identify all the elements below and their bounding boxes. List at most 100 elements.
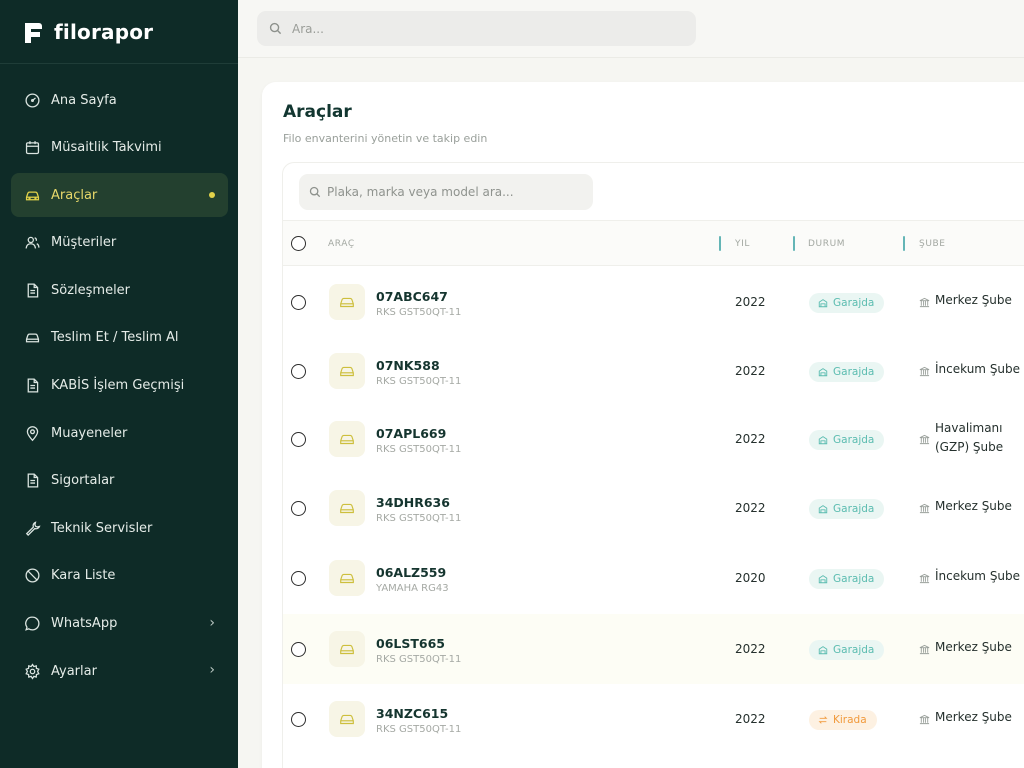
- building-icon: [919, 503, 930, 514]
- active-indicator-dot: [209, 192, 215, 199]
- table-row[interactable]: 07APL669 RKS GST50QT-11 2022 Garajda Hav…: [283, 404, 1024, 474]
- vehicle-model: RKS GST50QT-11: [376, 513, 462, 524]
- sidebar-item-musteriler[interactable]: Müşteriler: [11, 221, 228, 265]
- status-badge: Garajda: [809, 430, 885, 450]
- building-icon: [919, 434, 930, 445]
- sidebar-item-ana-sayfa[interactable]: Ana Sayfa: [11, 78, 228, 122]
- table-row[interactable]: 06LST665 RKS GST50QT-11 2022 Garajda Mer…: [283, 614, 1024, 684]
- status-label: Garajda: [833, 366, 875, 378]
- building-icon: [919, 366, 930, 377]
- swap-arrows-icon: [818, 716, 828, 724]
- vehicle-plate[interactable]: 07ABC647: [376, 289, 448, 304]
- sidebar-item-label: Muayeneler: [51, 425, 128, 441]
- sidebar-item-teslim[interactable]: Teslim Et / Teslim Al: [11, 316, 228, 360]
- garage-icon: [818, 646, 828, 655]
- sidebar-item-label: WhatsApp: [51, 616, 118, 632]
- status-label: Garajda: [833, 644, 875, 656]
- branch-line1: İncekum Şube: [935, 362, 1021, 376]
- sidebar-item-araclar[interactable]: Araçlar: [11, 173, 228, 218]
- car-icon: [329, 353, 365, 389]
- chat-icon: [23, 615, 41, 633]
- vehicle-model: RKS GST50QT-11: [376, 444, 462, 455]
- vehicle-branch: İncekum Şube: [935, 567, 1020, 586]
- column-resize-handle[interactable]: [903, 236, 905, 251]
- column-header-status[interactable]: DURUM: [808, 239, 845, 249]
- sidebar-item-label: Kara Liste: [51, 568, 116, 584]
- table-row[interactable]: 34NZC615 RKS GST50QT-11 2022 Kirada Merk…: [283, 684, 1024, 754]
- global-search-input[interactable]: [292, 21, 672, 36]
- brand[interactable]: filorapor: [0, 0, 238, 64]
- table-row[interactable]: 07NK588 RKS GST50QT-11 2022 Garajda İnce…: [283, 336, 1024, 406]
- row-checkbox[interactable]: [291, 432, 306, 447]
- sidebar: filorapor Ana Sayfa Müsaitlik Takvimi Ar…: [0, 0, 238, 768]
- row-checkbox[interactable]: [291, 571, 306, 586]
- users-icon: [23, 234, 41, 252]
- building-icon: [919, 297, 930, 308]
- table-row[interactable]: 06ALZ559 YAMAHA RG43 2020 Garajda İnceku…: [283, 543, 1024, 613]
- vehicle-plate[interactable]: 34NZC615: [376, 706, 448, 721]
- sidebar-item-kabis[interactable]: KABİS İşlem Geçmişi: [11, 364, 228, 408]
- sidebar-item-muayeneler[interactable]: Muayeneler: [11, 411, 228, 455]
- sidebar-item-label: Teslim Et / Teslim Al: [51, 330, 179, 346]
- table-row[interactable]: 34DHR636 RKS GST50QT-11 2022 Garajda Mer…: [283, 473, 1024, 543]
- chevron-right-icon: ›: [209, 662, 215, 679]
- page-subtitle: Filo envanterini yönetin ve takip edin: [283, 132, 488, 145]
- sidebar-item-teknik-servisler[interactable]: Teknik Servisler: [11, 506, 228, 550]
- sidebar-item-sozlesmeler[interactable]: Sözleşmeler: [11, 268, 228, 312]
- brand-name: filorapor: [54, 19, 154, 44]
- column-header-branch[interactable]: ŞUBE: [919, 239, 946, 249]
- vehicle-plate[interactable]: 34DHR636: [376, 495, 450, 510]
- document-icon: [23, 472, 41, 490]
- filorapor-logo-icon: [25, 22, 42, 43]
- status-badge: Garajda: [809, 640, 885, 660]
- row-checkbox[interactable]: [291, 712, 306, 727]
- row-checkbox[interactable]: [291, 364, 306, 379]
- garage-icon: [818, 436, 828, 445]
- vehicle-year: 2020: [735, 571, 766, 585]
- row-checkbox[interactable]: [291, 501, 306, 516]
- sidebar-item-kara-liste[interactable]: Kara Liste: [11, 554, 228, 598]
- vehicle-branch: İncekum Şube: [935, 360, 1020, 379]
- vehicle-year: 2022: [735, 295, 766, 309]
- sidebar-item-label: KABİS İşlem Geçmişi: [51, 378, 185, 394]
- car-icon: [329, 560, 365, 596]
- vehicle-branch: Merkez Şube: [935, 291, 1012, 310]
- calendar-icon: [23, 139, 41, 157]
- branch-line1: Havalimanı: [935, 421, 1003, 435]
- sidebar-item-ayarlar[interactable]: Ayarlar ›: [11, 649, 228, 693]
- page-title: Araçlar: [283, 102, 352, 122]
- car-icon: [329, 701, 365, 737]
- branch-line1: İncekum Şube: [935, 569, 1021, 583]
- column-resize-handle[interactable]: [793, 236, 795, 251]
- table-search[interactable]: [299, 174, 593, 210]
- global-search[interactable]: [257, 11, 696, 46]
- branch-line1: Merkez Şube: [935, 640, 1012, 654]
- vehicle-plate[interactable]: 06LST665: [376, 636, 445, 651]
- sidebar-item-label: Ayarlar: [51, 663, 97, 679]
- vehicle-plate[interactable]: 07NK588: [376, 358, 440, 373]
- table-header: ARAÇ YIL DURUM ŞUBE: [283, 220, 1024, 266]
- status-label: Garajda: [833, 297, 875, 309]
- status-badge: Garajda: [809, 499, 885, 519]
- sidebar-item-whatsapp[interactable]: WhatsApp ›: [11, 602, 228, 646]
- status-label: Garajda: [833, 503, 875, 515]
- column-resize-handle[interactable]: [719, 236, 721, 251]
- table-row[interactable]: 07ABC647 RKS GST50QT-11 2022 Garajda Mer…: [283, 267, 1024, 337]
- sidebar-item-label: Müsaitlik Takvimi: [51, 140, 162, 156]
- status-badge: Garajda: [809, 569, 885, 589]
- vehicle-year: 2022: [735, 642, 766, 656]
- vehicle-plate[interactable]: 07APL669: [376, 426, 446, 441]
- vehicle-year: 2022: [735, 432, 766, 446]
- row-checkbox[interactable]: [291, 295, 306, 310]
- vehicle-plate[interactable]: 06ALZ559: [376, 565, 446, 580]
- garage-icon: [818, 368, 828, 377]
- sidebar-item-musaitlik-takvimi[interactable]: Müsaitlik Takvimi: [11, 126, 228, 170]
- vehicles-card: Araçlar Filo envanterini yönetin ve taki…: [262, 82, 1024, 768]
- select-all-checkbox[interactable]: [291, 236, 306, 251]
- row-checkbox[interactable]: [291, 642, 306, 657]
- column-header-vehicle[interactable]: ARAÇ: [328, 239, 355, 249]
- car-icon: [23, 329, 41, 347]
- sidebar-item-sigortalar[interactable]: Sigortalar: [11, 459, 228, 503]
- vehicle-search-input[interactable]: [327, 185, 587, 199]
- column-header-year[interactable]: YIL: [735, 239, 750, 249]
